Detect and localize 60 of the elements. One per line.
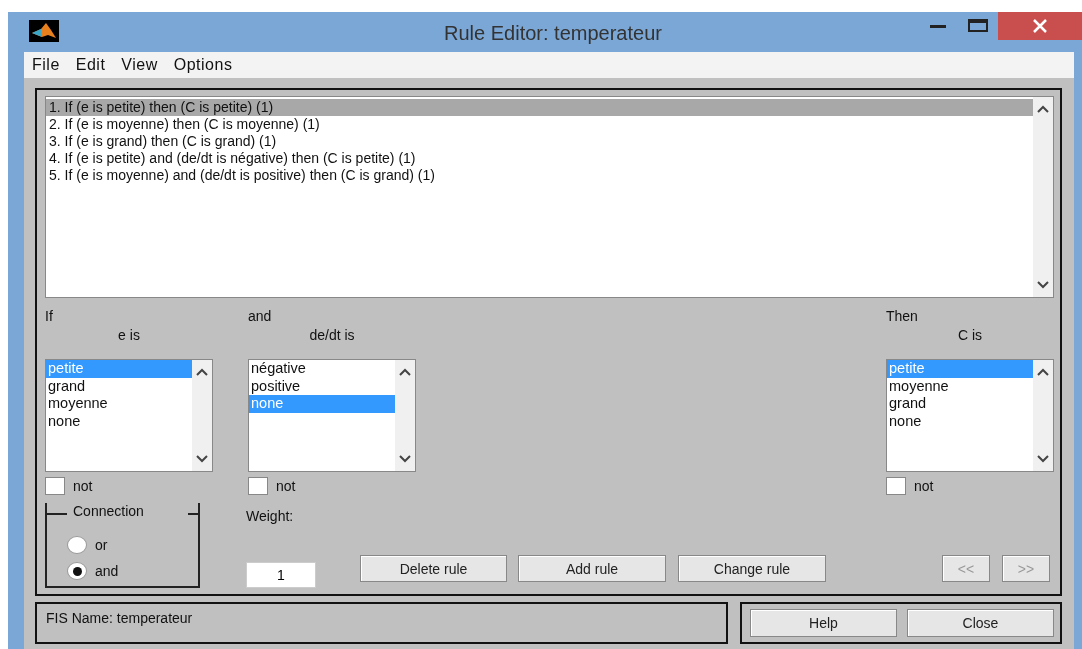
variable-label: de/dt is — [309, 327, 355, 343]
scroll-down-icon[interactable] — [399, 455, 411, 463]
status-text: FIS Name: temperateur — [46, 610, 193, 626]
scroll-up-icon[interactable] — [399, 368, 411, 376]
membership-listbox[interactable]: petite grand moyenne none — [45, 359, 213, 472]
rule-action-button[interactable]: Add rule — [518, 555, 666, 582]
membership-listbox[interactable]: négative positive none — [248, 359, 416, 472]
not-checkbox[interactable] — [248, 477, 268, 495]
menu-item[interactable]: File — [30, 56, 62, 74]
rule-item[interactable]: 2. If (e is moyenne) then (C is moyenne) (1) — [46, 116, 1033, 133]
scroll-up-icon[interactable] — [196, 368, 208, 376]
menu-item[interactable]: Edit — [73, 56, 108, 74]
list-item[interactable]: moyenne — [887, 377, 1033, 395]
scroll-down-icon[interactable] — [196, 455, 208, 463]
rule-item[interactable]: 4. If (e is petite) and (de/dt is négative) then (C is petite) (1) — [46, 150, 1033, 167]
radio-button[interactable] — [67, 536, 87, 554]
checkbox-label: not — [914, 478, 934, 494]
list-item[interactable]: positive — [249, 377, 395, 395]
column-heading: Then — [886, 308, 919, 325]
list-item[interactable]: grand — [46, 377, 192, 395]
rule-item[interactable]: 1. If (e is petite) then (C is petite) (1) — [46, 99, 1033, 116]
list-item[interactable]: négative — [249, 360, 395, 378]
variable-label: e is — [118, 327, 140, 343]
checkbox-label: not — [276, 478, 296, 494]
app-logo-icon — [29, 20, 59, 42]
column-heading: If — [45, 308, 54, 325]
scroll-down-icon[interactable] — [1037, 281, 1049, 289]
not-checkbox[interactable] — [886, 477, 906, 495]
scroll-down-icon[interactable] — [1037, 455, 1049, 463]
radio-button[interactable] — [67, 562, 87, 580]
membership-listbox[interactable]: petite moyenne grand none — [886, 359, 1054, 472]
variable-label: C is — [957, 327, 983, 343]
weight-label: Weight: — [246, 508, 295, 524]
rule-list[interactable] — [45, 96, 1054, 298]
close-icon — [1032, 18, 1048, 34]
list-item[interactable]: moyenne — [46, 395, 192, 413]
window-title: Rule Editor: temperateur — [444, 22, 662, 44]
maximize-icon — [968, 19, 988, 33]
list-item[interactable]: grand — [887, 395, 1033, 413]
weight-field[interactable]: 1 — [246, 562, 316, 588]
footer-button[interactable]: Close — [907, 609, 1054, 637]
checkbox-label: not — [73, 478, 93, 494]
group-title: Connection — [73, 503, 144, 519]
rule-action-button[interactable]: Delete rule — [360, 555, 507, 582]
scroll-up-icon[interactable] — [1037, 105, 1049, 113]
not-checkbox[interactable] — [45, 477, 65, 495]
menu-item[interactable]: Options — [171, 56, 235, 74]
menu-item[interactable]: View — [119, 56, 160, 74]
scroll-up-icon[interactable] — [1037, 368, 1049, 376]
rule-action-button[interactable]: Change rule — [678, 555, 826, 582]
radio-label: or — [95, 537, 108, 553]
column-heading: and — [248, 308, 273, 325]
list-item[interactable]: none — [887, 412, 1033, 430]
list-item[interactable]: none — [46, 412, 192, 430]
minimize-icon — [930, 24, 946, 28]
close-button[interactable] — [998, 12, 1082, 40]
rule-item[interactable]: 3. If (e is grand) then (C is grand) (1) — [46, 133, 1033, 150]
rule-item[interactable]: 5. If (e is moyenne) and (de/dt is positive) then (C is grand) (1) — [46, 167, 1033, 184]
radio-label: and — [95, 563, 119, 579]
footer-button[interactable]: Help — [750, 609, 897, 637]
